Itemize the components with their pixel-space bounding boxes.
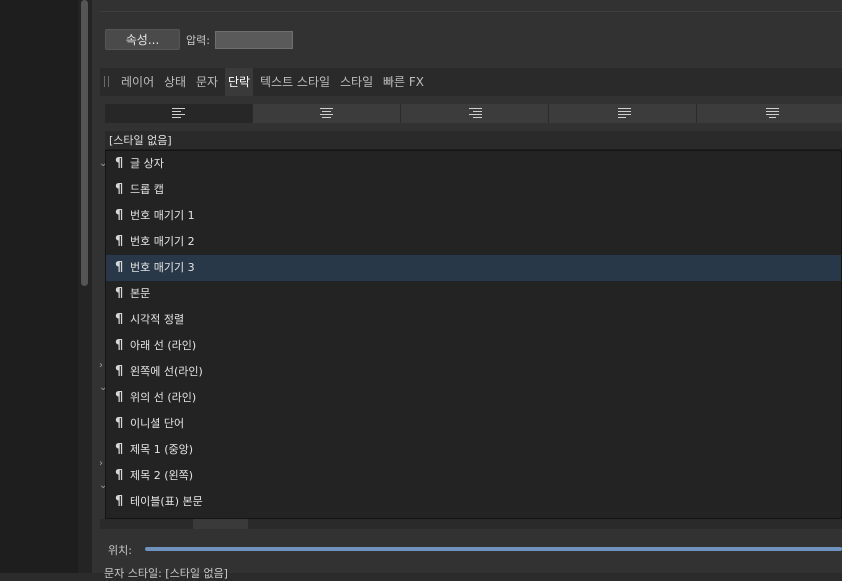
- style-option[interactable]: ¶ 위의 선 (라인): [106, 385, 841, 411]
- paragraph-icon: ¶: [115, 156, 124, 171]
- style-option[interactable]: ¶ 제목 2 (왼쪽): [106, 463, 841, 489]
- properties-button[interactable]: 속성...: [105, 29, 180, 50]
- paragraph-icon: ¶: [115, 442, 124, 457]
- justify-left-icon: [618, 108, 631, 119]
- align-right-icon: [469, 108, 482, 119]
- style-option-label: 왼쪽에 선(라인): [130, 365, 203, 378]
- style-option-label: 번호 매기기 2: [130, 235, 195, 248]
- paragraph-icon: ¶: [115, 312, 124, 327]
- tab-character[interactable]: 문자: [196, 68, 218, 96]
- pressure-input[interactable]: [215, 31, 293, 49]
- drag-grip-icon[interactable]: [104, 76, 110, 88]
- paragraph-style-dropdown: ¶ 글 상자 ¶ 드롭 캡 ¶ 번호 매기기 1 ¶ 번호 매기기 2 ¶ 번호 매기기 …: [105, 150, 842, 519]
- style-option[interactable]: ¶ 본문: [106, 281, 841, 307]
- style-option-label: 본문: [130, 287, 151, 300]
- align-right-button[interactable]: [401, 104, 549, 123]
- style-option-label: 글 상자: [130, 157, 164, 170]
- tab-quick-fx[interactable]: 빠른 FX: [383, 68, 424, 96]
- paragraph-icon: ¶: [115, 182, 124, 197]
- left-dock-area: [0, 0, 78, 573]
- paragraph-icon: ¶: [115, 338, 124, 353]
- style-option-label: 테이블(표) 본문: [130, 495, 203, 508]
- align-left-button[interactable]: [105, 104, 253, 123]
- style-option-label: 제목 2 (왼쪽): [130, 469, 194, 482]
- paragraph-icon: ¶: [115, 494, 124, 509]
- paragraph-icon: ¶: [115, 286, 124, 301]
- lower-tab-active[interactable]: [193, 519, 248, 529]
- position-label: 위치:: [108, 544, 132, 557]
- justify-center-button[interactable]: [697, 104, 842, 123]
- paragraph-icon: ¶: [115, 468, 124, 483]
- tab-paragraph[interactable]: 단락: [225, 68, 254, 96]
- style-option[interactable]: ¶ 이니셜 단어: [106, 411, 841, 437]
- style-option-hovered[interactable]: ¶ 번호 매기기 3: [106, 255, 841, 281]
- paragraph-icon: ¶: [115, 416, 124, 431]
- divider: [100, 11, 842, 12]
- style-option[interactable]: ¶ 테이블(표) 본문: [106, 489, 841, 515]
- position-slider[interactable]: [145, 547, 842, 551]
- style-option[interactable]: ¶ 번호 매기기 2: [106, 229, 841, 255]
- align-center-button[interactable]: [253, 104, 401, 123]
- justify-left-button[interactable]: [549, 104, 697, 123]
- style-option-label: 번호 매기기 1: [130, 209, 195, 222]
- style-option[interactable]: ¶ 제목 1 (중앙): [106, 437, 841, 463]
- style-option-label: 시각적 정렬: [130, 313, 185, 326]
- style-option-label: 드롭 캡: [130, 183, 164, 196]
- style-option[interactable]: ¶ 드롭 캡: [106, 177, 841, 203]
- paragraph-style-select[interactable]: [스타일 없음]: [105, 131, 842, 150]
- tab-styles[interactable]: 스타일: [340, 68, 373, 96]
- style-option[interactable]: ¶ 왼쪽에 선(라인): [106, 359, 841, 385]
- character-style-label: 문자 스타일: [스타일 없음]: [104, 567, 228, 580]
- justify-center-icon: [766, 108, 779, 119]
- paragraph-icon: ¶: [115, 208, 124, 223]
- align-left-icon: [172, 108, 185, 119]
- tab-status[interactable]: 상태: [164, 68, 186, 96]
- pressure-label: 압력:: [186, 34, 210, 47]
- tab-text-styles[interactable]: 텍스트 스타일: [260, 68, 330, 96]
- style-option-label: 번호 매기기 3: [130, 261, 195, 274]
- style-option[interactable]: ¶ 아래 선 (라인): [106, 333, 841, 359]
- style-option-label: 위의 선 (라인): [130, 391, 197, 404]
- paragraph-icon: ¶: [115, 234, 124, 249]
- style-option-label: 제목 1 (중앙): [130, 443, 194, 456]
- tab-layers[interactable]: 레이어: [121, 68, 154, 96]
- scrollbar-thumb[interactable]: [81, 0, 88, 286]
- style-option[interactable]: ¶ 시각적 정렬: [106, 307, 841, 333]
- style-option-label: 이니셜 단어: [130, 417, 185, 430]
- style-option[interactable]: ¶ 번호 매기기 1: [106, 203, 841, 229]
- style-option[interactable]: ¶ 글 상자: [106, 151, 841, 177]
- paragraph-icon: ¶: [115, 260, 124, 275]
- paragraph-icon: ¶: [115, 390, 124, 405]
- style-option-label: 아래 선 (라인): [130, 339, 197, 352]
- align-center-icon: [320, 108, 333, 119]
- paragraph-icon: ¶: [115, 364, 124, 379]
